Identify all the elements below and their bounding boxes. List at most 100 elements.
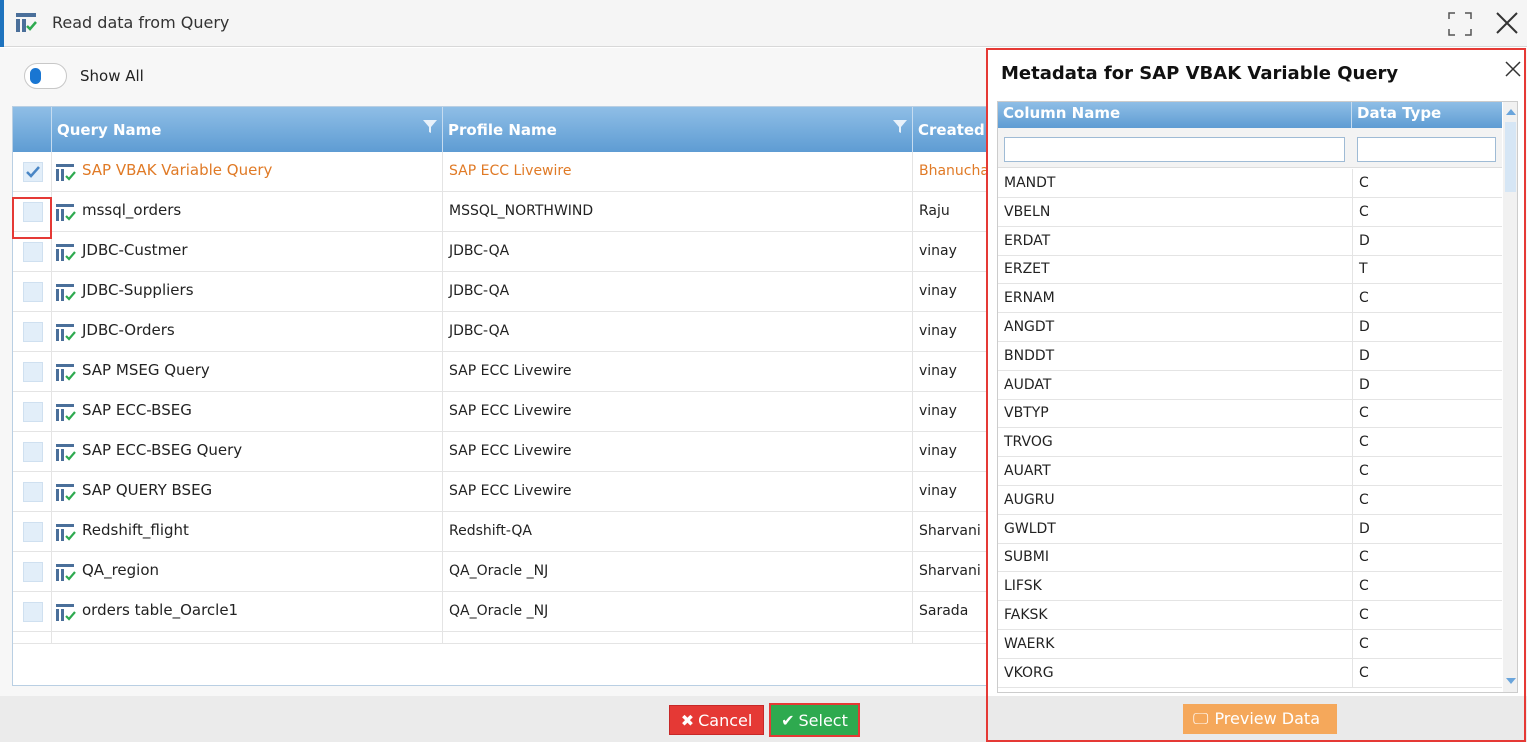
metadata-row[interactable]: WAERK C — [998, 629, 1502, 659]
table-row[interactable]: mssql_orders MSSQL_NORTHWIND Raju — [13, 192, 991, 232]
profile-name: JDBC-QA — [449, 283, 510, 299]
query-name: SAP ECC-BSEG — [82, 401, 192, 419]
filter-icon[interactable] — [893, 120, 907, 134]
metadata-row[interactable]: GWLDT D — [998, 514, 1502, 544]
metadata-row[interactable]: VBELN C — [998, 197, 1502, 227]
show-all-toggle[interactable] — [24, 63, 67, 89]
query-name: Redshift_flight — [82, 521, 189, 539]
window-title: Read data from Query — [52, 13, 230, 32]
metadata-row[interactable]: VBTYP C — [998, 399, 1502, 429]
scroll-up-icon[interactable] — [1506, 109, 1516, 115]
profile-name: QA_Oracle _NJ — [449, 563, 549, 579]
checkbox-cell — [13, 432, 52, 472]
table-row[interactable]: SAP ECC-BSEG Query SAP ECC Livewire vina… — [13, 432, 991, 472]
row-checkbox[interactable] — [23, 322, 43, 342]
metadata-row[interactable]: MANDT C — [998, 169, 1502, 198]
metadata-scrollbar[interactable] — [1503, 102, 1517, 692]
data-type: T — [1359, 261, 1368, 278]
metadata-row[interactable]: BNDDT D — [998, 341, 1502, 371]
metadata-row[interactable]: AUART C — [998, 457, 1502, 486]
column-divider — [1352, 514, 1353, 544]
query-icon — [56, 484, 76, 501]
scroll-down-icon[interactable] — [1506, 678, 1516, 684]
metadata-row[interactable]: AUDAT D — [998, 370, 1502, 400]
cancel-button[interactable]: ✖ Cancel — [669, 705, 764, 735]
query-name: mssql_orders — [82, 201, 182, 219]
column-divider — [1352, 543, 1353, 573]
row-checkbox[interactable] — [23, 362, 43, 382]
created-cell: vinay — [913, 352, 991, 392]
created-by: vinay — [919, 363, 957, 379]
maximize-icon[interactable] — [1448, 12, 1472, 36]
row-checkbox[interactable] — [23, 402, 43, 422]
metadata-header: Column Name Data Type — [998, 102, 1502, 128]
scrollbar-thumb[interactable] — [1505, 122, 1516, 192]
close-icon[interactable] — [1495, 11, 1519, 35]
metadata-row[interactable]: AUGRU C — [998, 485, 1502, 515]
column-name: ERZET — [1004, 261, 1050, 278]
row-checkbox[interactable] — [23, 522, 43, 542]
checkbox-cell — [13, 392, 52, 432]
metadata-row[interactable]: SUBMI C — [998, 543, 1502, 573]
table-row[interactable]: JDBC-Orders JDBC-QA vinay — [13, 312, 991, 352]
table-row[interactable]: SAP QUERY BSEG SAP ECC Livewire vinay — [13, 472, 991, 512]
data-type: C — [1359, 175, 1369, 191]
query-name-cell: Redshift_flight — [52, 512, 443, 552]
column-divider — [1352, 226, 1353, 256]
created-by: vinay — [919, 403, 957, 419]
filter-icon[interactable] — [423, 120, 437, 134]
row-checkbox[interactable] — [23, 242, 43, 262]
query-name: SAP VBAK Variable Query — [82, 161, 273, 179]
column-name: AUGRU — [1004, 491, 1055, 508]
column-name: ANGDT — [1004, 319, 1055, 335]
created-cell: Sharvani — [913, 512, 991, 552]
data-type: C — [1359, 549, 1369, 566]
table-row[interactable]: JDBC-Suppliers JDBC-QA vinay — [13, 272, 991, 312]
query-name-cell: JDBC-Orders — [52, 312, 443, 352]
header-profile-name[interactable]: Profile Name — [443, 107, 913, 152]
query-name-cell: mssql_orders — [52, 192, 443, 232]
metadata-row[interactable]: ERDAT D — [998, 226, 1502, 256]
table-row[interactable]: QA_region QA_Oracle _NJ Sharvani — [13, 552, 991, 592]
column-name-filter-input[interactable] — [1004, 137, 1345, 162]
table-row[interactable]: SAP ECC-BSEG SAP ECC Livewire vinay — [13, 392, 991, 432]
preview-data-button[interactable]: 🖵 Preview Data — [1183, 704, 1337, 734]
table-row[interactable]: Redshift_flight Redshift-QA Sharvani — [13, 512, 991, 552]
column-divider — [1352, 341, 1353, 371]
selection-highlight — [12, 197, 52, 239]
row-checkbox[interactable] — [23, 282, 43, 302]
column-name: VBELN — [1004, 203, 1051, 220]
header-column-name[interactable]: Column Name — [998, 102, 1352, 128]
metadata-row[interactable]: FAKSK C — [998, 601, 1502, 630]
metadata-row[interactable]: ANGDT D — [998, 313, 1502, 342]
row-checkbox[interactable] — [23, 602, 43, 622]
header-created[interactable]: Created — [913, 107, 991, 152]
created-by: Raju — [919, 203, 950, 219]
metadata-row[interactable]: TRVOG C — [998, 428, 1502, 458]
created-cell: Raju — [913, 192, 991, 232]
metadata-row[interactable]: LIFSK C — [998, 572, 1502, 602]
close-icon[interactable] — [1505, 61, 1521, 77]
metadata-row[interactable]: VKORG C — [998, 658, 1502, 688]
metadata-row[interactable]: ERNAM C — [998, 284, 1502, 314]
query-name-cell: JDBC-Custmer — [52, 232, 443, 272]
row-checkbox[interactable] — [23, 442, 43, 462]
column-divider — [1352, 658, 1353, 688]
row-checkbox[interactable] — [23, 162, 43, 182]
row-checkbox[interactable] — [23, 562, 43, 582]
table-row[interactable]: orders table_Oarcle1 QA_Oracle _NJ Sarad… — [13, 592, 991, 632]
select-button[interactable]: ✔ Select — [769, 703, 860, 737]
metadata-row[interactable]: ERZET T — [998, 255, 1502, 285]
column-divider — [1352, 572, 1353, 602]
column-name: ERDAT — [1004, 232, 1051, 249]
table-row[interactable]: JDBC-Custmer JDBC-QA vinay — [13, 232, 991, 272]
table-row[interactable]: SAP MSEG Query SAP ECC Livewire vinay — [13, 352, 991, 392]
query-name: orders table_Oarcle1 — [82, 601, 239, 619]
data-type-filter-input[interactable] — [1357, 137, 1496, 162]
query-icon — [56, 524, 76, 541]
profile-name: SAP ECC Livewire — [449, 403, 572, 419]
header-data-type[interactable]: Data Type — [1352, 102, 1502, 128]
row-checkbox[interactable] — [23, 482, 43, 502]
table-row[interactable]: SAP VBAK Variable Query SAP ECC Livewire… — [13, 152, 991, 192]
header-query-name[interactable]: Query Name — [52, 107, 443, 152]
